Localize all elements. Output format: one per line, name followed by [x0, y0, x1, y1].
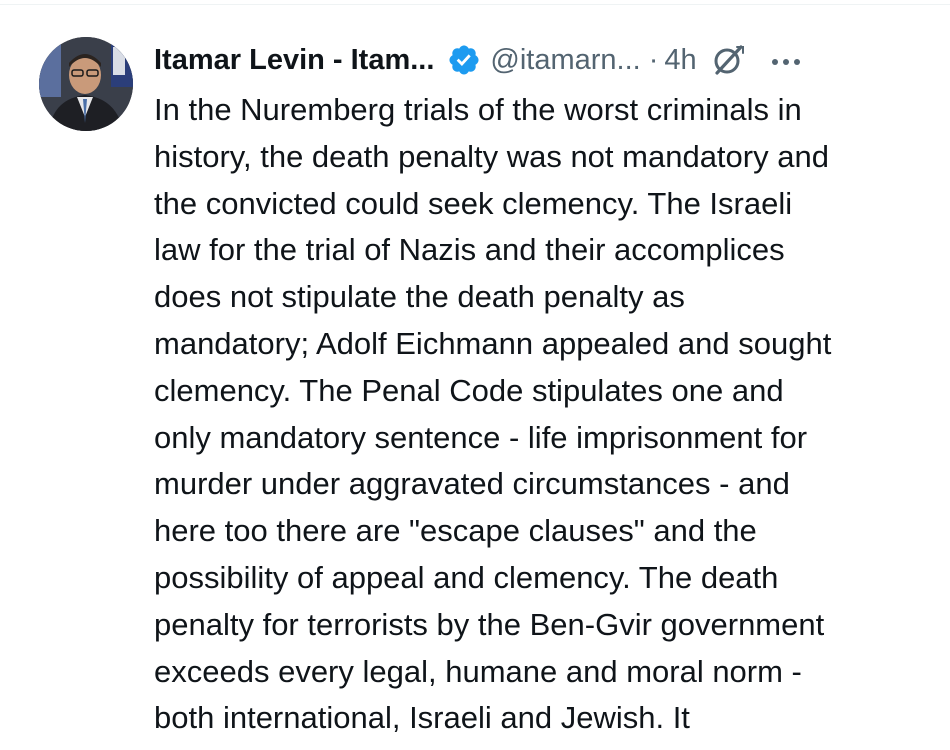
- author-display-name[interactable]: Itamar Levin - Itam...: [154, 44, 434, 77]
- separator-dot: ·: [648, 43, 659, 76]
- more-options-icon[interactable]: [769, 43, 803, 77]
- post-header: Itamar Levin - Itam... @itamarn... · 4h: [154, 38, 924, 82]
- grok-icon[interactable]: [711, 42, 747, 78]
- verified-badge-icon: [447, 43, 481, 77]
- post-timestamp[interactable]: 4h: [664, 44, 696, 77]
- post-text: In the Nuremberg trials of the worst cri…: [154, 92, 832, 736]
- top-divider: [0, 4, 950, 5]
- avatar[interactable]: [39, 37, 133, 131]
- avatar-photo: [39, 37, 133, 131]
- author-handle[interactable]: @itamarn...: [490, 44, 640, 77]
